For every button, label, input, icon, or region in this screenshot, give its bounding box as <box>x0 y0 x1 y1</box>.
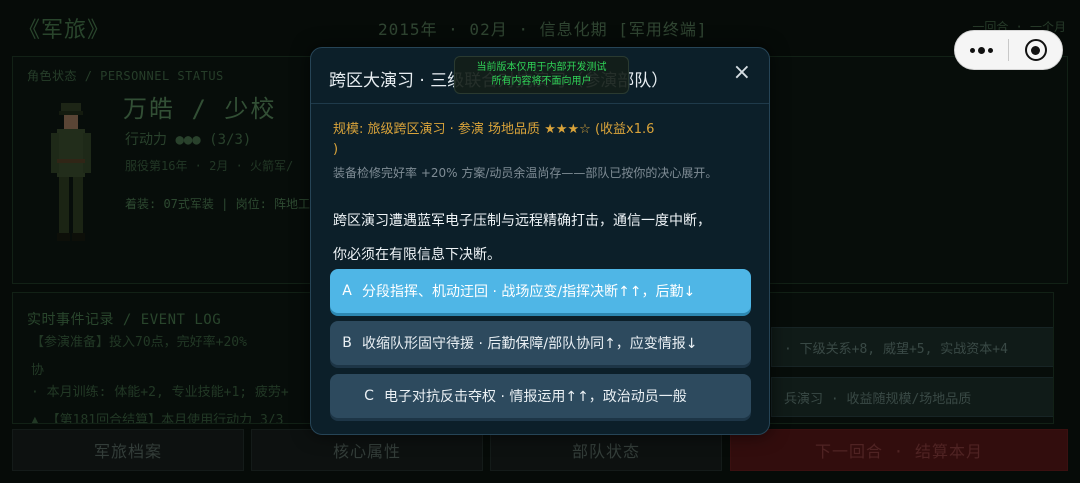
dialog-header: 跨区大演习 · 三级联合对抗演习（参演部队） 当前版本仅用于内部开发测试 所有内… <box>311 48 769 104</box>
meta-yield: (收益x1.6 <box>594 122 655 137</box>
meta-scale: 规模: 旅级跨区演习 · 参演 场地品质 <box>333 122 541 137</box>
option-text: 收缩队形固守待援 · 后勤保障/部队协同↑，应变情报↓ <box>362 336 698 352</box>
miniprogram-capsule <box>954 30 1063 70</box>
exercise-dialog: 跨区大演习 · 三级联合对抗演习（参演部队） 当前版本仅用于内部开发测试 所有内… <box>310 47 770 435</box>
option-key: B <box>342 335 352 351</box>
close-icon[interactable]: × <box>733 62 751 84</box>
option-text: 电子对抗反击夺权 · 情报运用↑↑，政治动员一般 <box>384 389 687 405</box>
record-close-icon[interactable] <box>1009 31 1062 69</box>
option-c-button[interactable]: C 电子对抗反击夺权 · 情报运用↑↑，政治动员一般 <box>330 374 751 418</box>
option-a-button[interactable]: A 分段指挥、机动迂回 · 战场应变/指挥决断↑↑，后勤↓ <box>330 269 751 313</box>
option-text: 分段指挥、机动迂回 · 战场应变/指挥决断↑↑，后勤↓ <box>362 284 696 300</box>
more-dots-icon[interactable] <box>955 31 1008 69</box>
exercise-description: 你必须在有限信息下决断。 <box>333 247 501 263</box>
debug-line: 所有内容将不面向用户 <box>491 76 592 87</box>
exercise-meta: 规模: 旅级跨区演习 · 参演 场地品质 ★★★☆ (收益x1.6 ) <box>333 120 753 160</box>
debug-line: 当前版本仅用于内部开发测试 <box>476 62 607 73</box>
option-key: C <box>364 388 374 404</box>
debug-notice: 当前版本仅用于内部开发测试 所有内容将不面向用户 <box>454 56 629 94</box>
option-b-button[interactable]: B 收缩队形固守待援 · 后勤保障/部队协同↑，应变情报↓ <box>330 321 751 365</box>
option-key: A <box>342 283 352 299</box>
exercise-description: 跨区演习遭遇蓝军电子压制与远程精确打击，通信一度中断， <box>333 213 711 229</box>
quality-stars-icon: ★★★☆ <box>544 122 591 137</box>
exercise-note: 装备检修完好率 +20% 方案/动员余温尚存——部队已按你的决心展开。 <box>333 166 718 180</box>
meta-close: ) <box>333 142 339 157</box>
